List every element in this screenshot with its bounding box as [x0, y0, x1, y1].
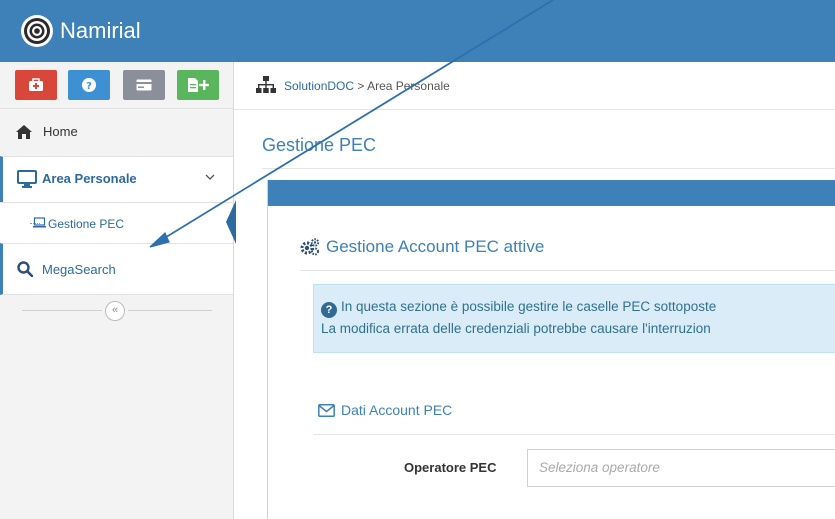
sidebar-item-area-personale[interactable]: Area Personale	[0, 156, 233, 202]
namirial-logo-icon[interactable]	[20, 14, 54, 48]
card-title-text: Gestione Account PEC attive	[326, 237, 545, 256]
search-icon	[17, 261, 33, 277]
help-icon: ?	[82, 78, 96, 92]
main-panel: Gestione Account PEC attive ? In questa s…	[267, 180, 835, 519]
svg-text:?: ?	[86, 81, 92, 92]
info-line-1: In questa sezione è possibile gestire le…	[341, 299, 717, 314]
brand-name[interactable]: Namirial	[60, 18, 141, 44]
gears-icon	[300, 238, 320, 256]
panel-header-bar	[268, 180, 835, 206]
home-icon	[16, 125, 32, 139]
collapse-sidebar-button[interactable]: «	[105, 301, 125, 321]
quick-buttons: ?	[0, 62, 233, 108]
add-document-button[interactable]	[177, 70, 219, 100]
divider	[300, 270, 835, 271]
section-title: Dati Account PEC	[318, 402, 452, 418]
chevron-down-icon[interactable]	[205, 173, 215, 181]
add-document-icon	[188, 78, 209, 92]
sidebar-item-gestione-pec[interactable]: Gestione PEC	[0, 202, 233, 243]
operator-select[interactable]: Seleziona operatore	[527, 449, 835, 487]
sidebar-item-home[interactable]: Home	[0, 108, 233, 156]
sidebar-item-label: Area Personale	[42, 171, 137, 186]
top-bar: Namirial	[0, 0, 835, 62]
first-aid-icon	[29, 78, 43, 91]
card-title: Gestione Account PEC attive	[300, 237, 544, 257]
breadcrumb: SolutionDOC > Area Personale	[234, 62, 835, 110]
operator-label: Operatore PEC	[404, 460, 497, 475]
sidebar-item-megasearch[interactable]: MegaSearch	[0, 243, 233, 295]
divider	[22, 310, 102, 311]
operator-select-placeholder: Seleziona operatore	[539, 460, 660, 475]
info-alert: ? In questa sezione è possibile gestire l…	[313, 284, 835, 353]
divider	[313, 434, 835, 435]
info-line-2: La modifica errata delle credenziali pot…	[321, 321, 711, 336]
breadcrumb-separator: >	[357, 79, 365, 93]
sidebar-item-label: Home	[43, 124, 78, 139]
monitor-icon	[17, 170, 37, 188]
card-icon	[136, 79, 152, 91]
sitemap-icon	[256, 76, 276, 93]
card-button[interactable]	[123, 70, 165, 100]
sidebar-collapse-row: «	[0, 295, 233, 325]
envelope-icon	[318, 403, 335, 417]
sidebar-item-label: Gestione PEC	[48, 217, 125, 231]
question-circle-icon: ?	[321, 302, 337, 318]
help-button[interactable]: ?	[68, 70, 110, 100]
active-item-pointer	[226, 200, 236, 244]
section-title-text: Dati Account PEC	[341, 402, 453, 418]
page-title: Gestione PEC	[262, 135, 377, 155]
info-alert-text: ? In questa sezione è possibile gestire l…	[321, 296, 835, 339]
breadcrumb-current: Area Personale	[367, 79, 450, 93]
breadcrumb-link-solutiondoc[interactable]: SolutionDOC	[284, 79, 354, 93]
divider	[262, 168, 835, 169]
sidebar: ? Home Area Personale Gestione PEC MegaS…	[0, 62, 236, 519]
laptop-icon	[33, 217, 46, 228]
divider	[128, 310, 212, 311]
breadcrumb-trail: SolutionDOC > Area Personale	[284, 79, 450, 93]
sidebar-item-label: MegaSearch	[42, 262, 116, 277]
first-aid-button[interactable]	[15, 70, 57, 100]
